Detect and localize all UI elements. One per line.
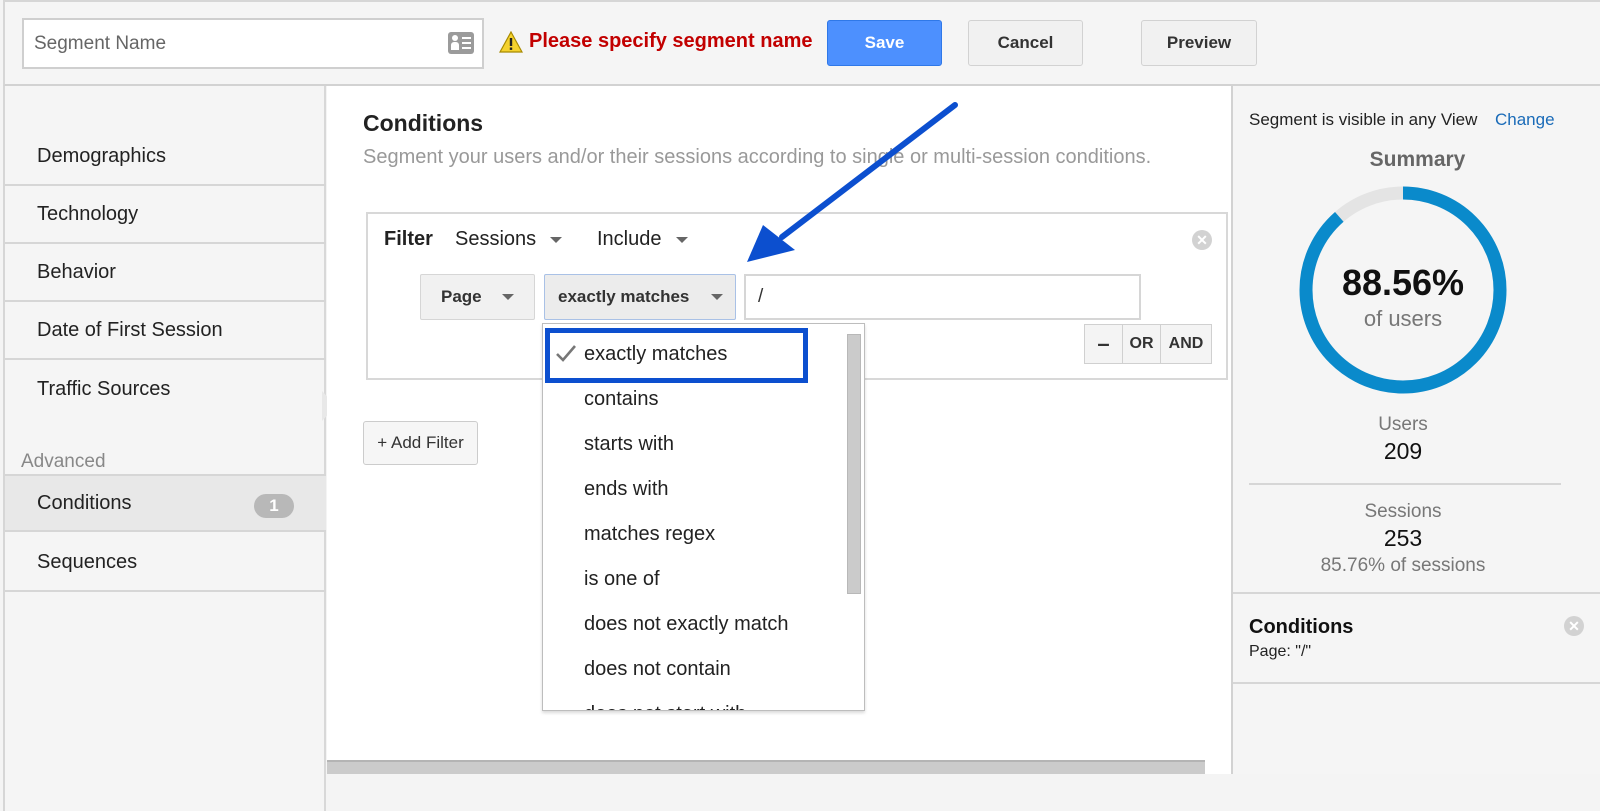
add-filter-button[interactable]: + Add Filter xyxy=(363,421,478,465)
logic-buttons: – OR AND xyxy=(1084,324,1212,364)
chevron-down-icon xyxy=(711,294,724,300)
conditions-summary-title: Conditions xyxy=(1249,616,1354,638)
scope-value: Sessions xyxy=(455,228,537,250)
sessions-value: 253 xyxy=(1383,525,1423,551)
include-value: Include xyxy=(597,228,662,250)
contact-card-icon[interactable] xyxy=(448,32,474,54)
menu-item-starts-with[interactable]: starts with xyxy=(584,433,674,456)
section-divider xyxy=(1233,682,1600,684)
sidebar-item-label: Behavior xyxy=(37,260,116,283)
sidebar-item-date-of-first-session[interactable]: Date of First Session xyxy=(5,302,326,360)
menu-item-does-not-exactly-match[interactable]: does not exactly match xyxy=(584,613,789,636)
change-visibility-link[interactable]: Change xyxy=(1495,110,1555,130)
segment-name-input[interactable] xyxy=(24,20,424,67)
match-type-menu: exactly matches contains starts with end… xyxy=(542,323,865,711)
menu-item-does-not-contain[interactable]: does not contain xyxy=(584,658,731,681)
sidebar-item-label: Technology xyxy=(37,202,139,225)
and-button[interactable]: AND xyxy=(1161,325,1211,363)
segment-toolbar: Please specify segment name Save Cancel … xyxy=(3,0,1600,86)
summary-divider xyxy=(1249,483,1561,485)
users-percentage: 88.56% xyxy=(1341,262,1465,303)
warning-text: Please specify segment name xyxy=(529,30,813,52)
chevron-down-icon xyxy=(501,294,514,300)
match-type-value: exactly matches xyxy=(558,287,690,306)
validation-warning: Please specify segment name xyxy=(499,30,812,53)
section-divider xyxy=(1233,592,1600,594)
sidebar-item-behavior[interactable]: Behavior xyxy=(5,244,326,302)
sidebar-item-label: Traffic Sources xyxy=(37,377,171,400)
cancel-button[interactable]: Cancel xyxy=(968,20,1083,66)
segment-name-field[interactable] xyxy=(22,18,484,69)
visibility-text: Segment is visible in any View xyxy=(1249,110,1478,129)
sidebar-item-sequences[interactable]: Sequences xyxy=(5,534,326,592)
remove-condition-button[interactable]: – xyxy=(1085,325,1123,363)
summary-title: Summary xyxy=(1369,148,1466,171)
sessions-label: Sessions xyxy=(1364,501,1442,522)
page-subtitle: Segment your users and/or their sessions… xyxy=(363,146,1152,168)
dimension-dropdown[interactable]: Page xyxy=(420,274,535,320)
sidebar-item-technology[interactable]: Technology xyxy=(5,186,326,244)
horizontal-scrollbar[interactable] xyxy=(327,760,1205,774)
chevron-down-icon xyxy=(550,236,563,243)
or-button[interactable]: OR xyxy=(1123,325,1161,363)
dimension-value: Page xyxy=(441,287,482,306)
sidebar-item-traffic-sources[interactable]: Traffic Sources xyxy=(5,360,326,418)
sidebar: Demographics Technology Behavior Date of… xyxy=(3,86,326,811)
summary-panel: Segment is visible in any View Change Su… xyxy=(1231,86,1600,774)
save-button[interactable]: Save xyxy=(827,20,942,66)
sidebar-item-label: Date of First Session xyxy=(37,318,223,341)
remove-condition-icon[interactable]: ✕ xyxy=(1564,616,1584,636)
menu-item-does-not-start-with[interactable]: does not start with xyxy=(584,703,746,710)
sidebar-item-label: Conditions xyxy=(37,491,132,514)
menu-item-contains[interactable]: contains xyxy=(584,388,659,411)
menu-item-is-one-of[interactable]: is one of xyxy=(584,568,660,591)
preview-button[interactable]: Preview xyxy=(1141,20,1257,66)
sidebar-section-advanced: Advanced xyxy=(21,451,106,472)
sidebar-item-conditions[interactable]: Conditions 1 xyxy=(5,474,326,532)
page-title: Conditions xyxy=(363,110,484,136)
users-label: Users xyxy=(1378,414,1428,435)
filter-value-field[interactable] xyxy=(744,274,1141,320)
segment-editor: Please specify segment name Save Cancel … xyxy=(0,0,1600,811)
menu-scrollbar[interactable] xyxy=(847,334,861,594)
sidebar-item-label: Sequences xyxy=(37,550,138,573)
remove-filter-icon[interactable]: ✕ xyxy=(1192,230,1212,250)
sidebar-item-demographics[interactable]: Demographics xyxy=(5,128,326,186)
chevron-down-icon xyxy=(675,236,688,243)
count-badge: 1 xyxy=(254,494,294,518)
users-percentage-caption: of users xyxy=(1363,306,1443,331)
filter-label: Filter xyxy=(384,228,433,250)
filter-value-input[interactable] xyxy=(746,276,1139,318)
match-type-dropdown[interactable]: exactly matches xyxy=(544,274,736,320)
menu-item-matches-regex[interactable]: matches regex xyxy=(584,523,715,546)
conditions-summary-text: Page: "/" xyxy=(1249,643,1312,660)
warning-icon xyxy=(499,30,523,53)
sidebar-item-label: Demographics xyxy=(37,144,166,167)
users-value: 209 xyxy=(1383,438,1423,464)
include-dropdown[interactable]: Include xyxy=(597,228,688,251)
menu-item-ends-with[interactable]: ends with xyxy=(584,478,669,501)
selected-option-highlight xyxy=(545,328,808,383)
scope-dropdown[interactable]: Sessions xyxy=(455,228,563,251)
sessions-percentage: 85.76% of sessions xyxy=(1320,555,1486,576)
